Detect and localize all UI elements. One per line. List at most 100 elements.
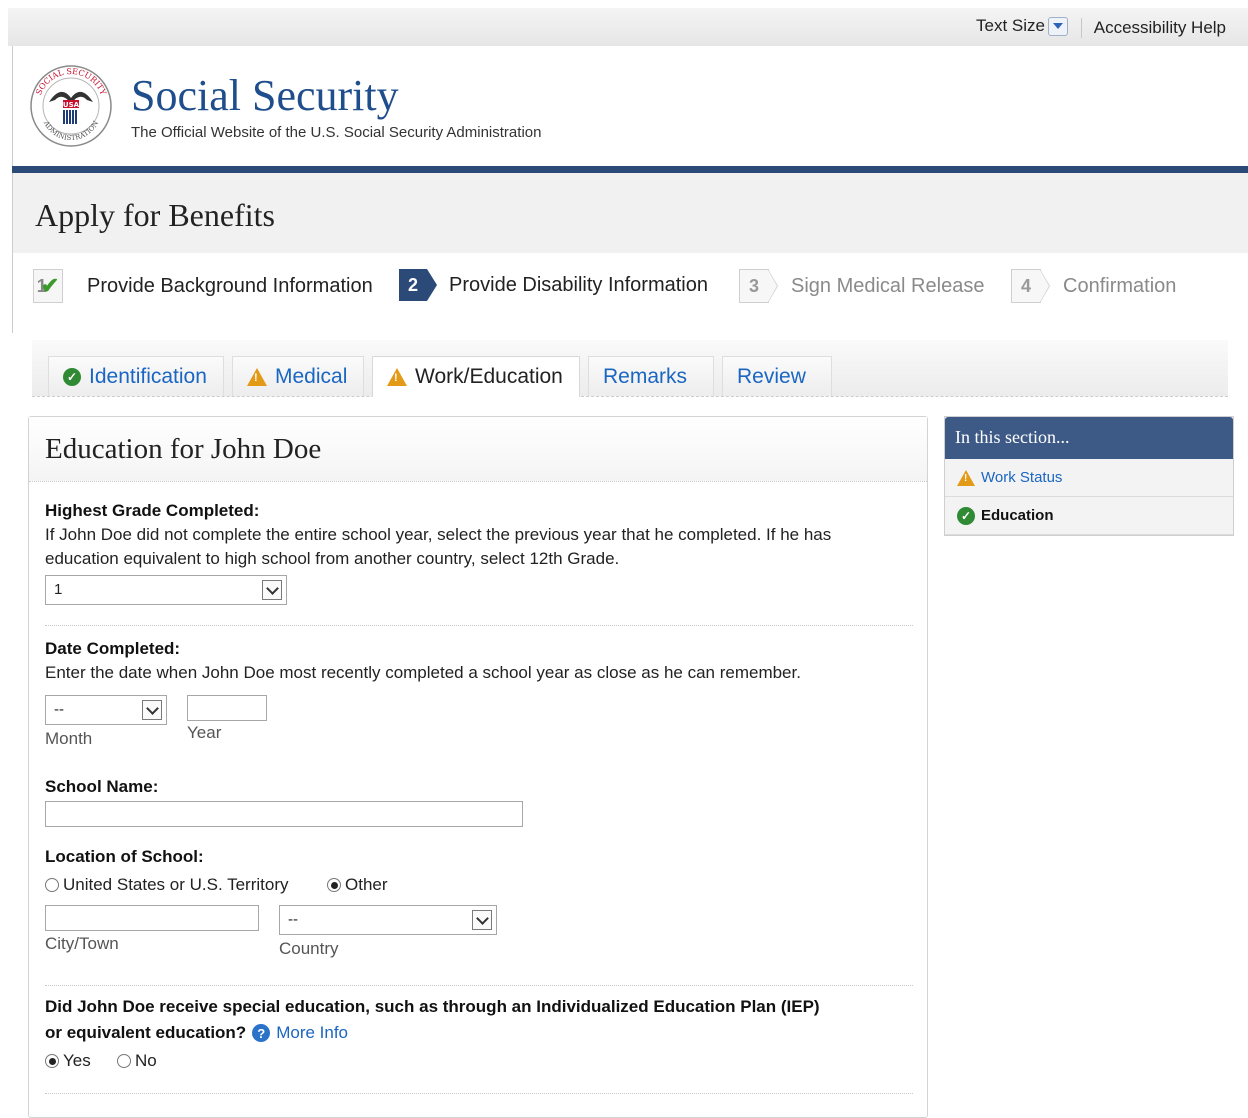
warning-icon: ! — [957, 469, 975, 486]
month-select[interactable]: -- — [45, 695, 167, 725]
city-label: City/Town — [45, 934, 119, 953]
checkmark-icon: ✔ — [40, 273, 60, 298]
form-title: Education for John Doe — [45, 433, 322, 465]
step-1-label: Provide Background Information — [87, 274, 373, 297]
site-header: USA SOCIAL SECURITY ADMINISTRATION Socia… — [12, 46, 1248, 166]
radio-us[interactable] — [45, 878, 59, 892]
special-ed-no-label: No — [135, 1051, 157, 1070]
special-ed-question: Did John Doe receive special education, … — [45, 997, 905, 1043]
tab-remarks-label: Remarks — [603, 364, 688, 388]
seal-usa-text: USA — [63, 101, 80, 109]
page-title-band: Apply for Benefits — [12, 173, 1248, 253]
radio-other[interactable] — [327, 878, 341, 892]
grade-question: Highest Grade Completed: If John Doe did… — [45, 501, 905, 571]
header-rule — [12, 166, 1248, 173]
radio-yes[interactable] — [45, 1054, 59, 1068]
tab-review-label: Review — [737, 364, 806, 388]
section-tabs: ✓ Identification ! Medical ! Work/Educat… — [32, 340, 1228, 397]
step-2-label: Provide Disability Information — [449, 273, 708, 296]
warning-icon: ! — [247, 367, 267, 386]
special-ed-yes-label: Yes — [63, 1051, 91, 1070]
country-select-value: -- — [288, 911, 298, 928]
chevron-down-icon[interactable] — [472, 910, 492, 930]
special-ed-line2-row: or equivalent education? ? More Info — [45, 1023, 905, 1043]
school-name-input[interactable] — [45, 801, 523, 827]
city-input[interactable] — [45, 905, 259, 931]
step-2-number: 2 — [399, 269, 437, 301]
text-size-label: Text Size — [976, 16, 1045, 35]
date-help: Enter the date when John Doe most recent… — [45, 663, 801, 682]
accessibility-help-link[interactable]: Accessibility Help — [1094, 18, 1226, 38]
grade-select-value: 1 — [54, 581, 63, 598]
check-circle-icon: ✓ — [957, 506, 975, 525]
side-item-work-status[interactable]: ! Work Status — [945, 459, 1233, 497]
location-option-other-label: Other — [345, 875, 388, 894]
year-label: Year — [187, 723, 222, 742]
step-2: 2 Provide Disability Information — [399, 269, 708, 301]
year-input[interactable] — [187, 695, 267, 721]
form-header: Education for John Doe — [29, 417, 927, 482]
step-3: 3 Sign Medical Release — [739, 269, 984, 303]
side-item-education[interactable]: ✓ Education — [945, 497, 1233, 535]
utility-divider — [1081, 18, 1082, 38]
tab-identification-label: Identification — [89, 364, 207, 388]
special-ed-no[interactable]: No — [117, 1051, 157, 1071]
location-question: Location of School: — [45, 847, 204, 867]
divider — [45, 985, 913, 986]
warning-icon: ! — [387, 368, 407, 386]
grade-help: If John Doe did not complete the entire … — [45, 525, 832, 568]
location-option-other[interactable]: Other — [327, 875, 388, 895]
tab-remarks[interactable]: Remarks — [588, 356, 714, 396]
tab-medical-label: Medical — [275, 364, 348, 388]
ssa-seal-icon[interactable]: USA SOCIAL SECURITY ADMINISTRATION — [29, 64, 113, 148]
tab-work-education[interactable]: ! Work/Education — [372, 356, 580, 397]
text-size-control[interactable]: Text Size — [976, 16, 1068, 36]
tab-work-education-label: Work/Education — [415, 365, 563, 388]
in-this-section-panel: In this section... ! Work Status ✓ Educa… — [944, 416, 1234, 536]
country-select[interactable]: -- — [279, 905, 497, 935]
special-ed-yes[interactable]: Yes — [45, 1051, 91, 1071]
education-form-panel: Education for John Doe Highest Grade Com… — [28, 416, 928, 1118]
grade-select[interactable]: 1 — [45, 575, 287, 605]
chevron-down-icon[interactable] — [1048, 16, 1068, 36]
site-subtitle: The Official Website of the U.S. Social … — [131, 124, 542, 141]
side-item-education-label: Education — [981, 507, 1054, 524]
location-label: Location of School: — [45, 847, 204, 866]
chevron-down-icon[interactable] — [142, 700, 162, 720]
month-select-value: -- — [54, 701, 64, 718]
step-1: 1 ✔ Provide Background Information — [33, 269, 373, 303]
special-ed-line1: Did John Doe receive special education, … — [45, 997, 820, 1016]
location-option-us-label: United States or U.S. Territory — [63, 875, 289, 894]
divider — [45, 1093, 913, 1094]
month-label: Month — [45, 729, 93, 748]
tab-review[interactable]: Review — [722, 356, 832, 396]
radio-no[interactable] — [117, 1054, 131, 1068]
date-question: Date Completed: Enter the date when John… — [45, 639, 905, 685]
more-info-link[interactable]: More Info — [276, 1023, 348, 1043]
check-circle-icon: ✓ — [63, 367, 81, 386]
chevron-down-icon[interactable] — [262, 580, 282, 600]
tab-identification[interactable]: ✓ Identification — [48, 356, 224, 396]
step-3-label: Sign Medical Release — [791, 274, 985, 297]
grade-label: Highest Grade Completed: — [45, 501, 260, 520]
location-option-us[interactable]: United States or U.S. Territory — [45, 875, 289, 895]
step-3-number: 3 — [739, 269, 778, 303]
tab-medical[interactable]: ! Medical — [232, 356, 364, 396]
divider — [45, 625, 913, 626]
date-label: Date Completed: — [45, 639, 181, 658]
step-4: 4 Confirmation — [1011, 269, 1176, 303]
side-item-work-status-label: Work Status — [981, 469, 1063, 486]
step-4-label: Confirmation — [1063, 274, 1177, 297]
progress-steps: 1 ✔ Provide Background Information 2 Prov… — [12, 253, 1248, 333]
page-title: Apply for Benefits — [35, 197, 275, 233]
utility-bar: Text Size Accessibility Help — [8, 8, 1248, 46]
special-ed-line2: or equivalent education? — [45, 1023, 247, 1042]
side-heading: In this section... — [945, 417, 1233, 459]
help-icon[interactable]: ? — [252, 1024, 271, 1042]
country-label: Country — [279, 939, 339, 958]
step-1-number: 1 ✔ — [33, 269, 63, 303]
step-4-number: 4 — [1011, 269, 1050, 303]
site-title[interactable]: Social Security — [131, 70, 399, 121]
school-question: School Name: — [45, 777, 158, 797]
school-label: School Name: — [45, 777, 159, 796]
